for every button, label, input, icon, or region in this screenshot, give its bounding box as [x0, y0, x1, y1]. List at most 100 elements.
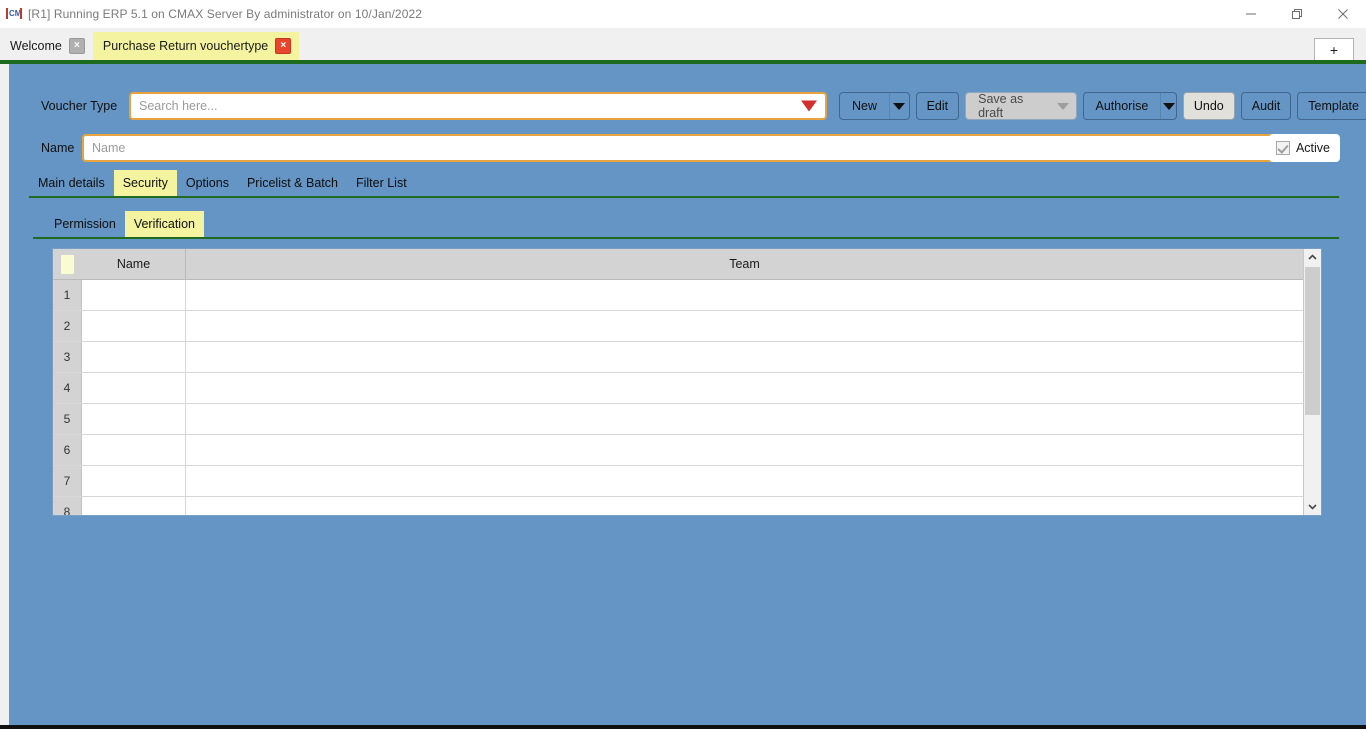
audit-button[interactable]: Audit — [1240, 92, 1292, 120]
template-button[interactable]: Template — [1297, 92, 1366, 120]
row-cell-name[interactable] — [82, 435, 186, 465]
tab-welcome-close-icon[interactable]: × — [68, 38, 85, 54]
window-controls — [1228, 0, 1366, 28]
table-row[interactable]: 2 — [53, 311, 1303, 342]
window-titlebar: CM [R1] Running ERP 5.1 on CMAX Server B… — [0, 0, 1366, 28]
row-cell-name[interactable] — [82, 342, 186, 372]
row-cell-name[interactable] — [82, 311, 186, 341]
close-icon[interactable] — [1320, 0, 1366, 28]
subtab-permission[interactable]: Permission — [45, 211, 125, 237]
window-bottom-edge — [0, 725, 1366, 729]
grid-header-selector-cell[interactable] — [53, 249, 82, 279]
voucher-type-placeholder: Search here... — [139, 99, 218, 113]
new-button-label: New — [852, 99, 878, 113]
row-cell-team[interactable] — [186, 373, 1303, 403]
table-row[interactable]: 6 — [53, 435, 1303, 466]
table-row[interactable]: 5 — [53, 404, 1303, 435]
save-as-draft-split-button: Save as draft — [965, 92, 1077, 120]
table-row[interactable]: 3 — [53, 342, 1303, 373]
tab-filter-list[interactable]: Filter List — [347, 170, 416, 196]
row-cell-team[interactable] — [186, 342, 1303, 372]
undo-button[interactable]: Undo — [1182, 92, 1235, 120]
voucher-type-label: Voucher Type — [41, 99, 118, 113]
name-label: Name — [41, 141, 75, 155]
name-input[interactable]: Name — [82, 134, 1281, 162]
authorise-dropdown-button[interactable] — [1160, 93, 1176, 119]
row-index[interactable]: 3 — [53, 342, 82, 372]
row-index[interactable]: 2 — [53, 311, 82, 341]
row-marker-icon — [60, 254, 74, 274]
name-row: Name Name Active — [29, 134, 1348, 164]
tab-purchase-return-vouchertype-label: Purchase Return vouchertype — [102, 39, 269, 53]
row-cell-team[interactable] — [186, 497, 1303, 515]
row-index[interactable]: 6 — [53, 435, 82, 465]
chevron-down-icon — [1057, 102, 1070, 110]
grid-header-team[interactable]: Team — [186, 249, 1303, 279]
edit-button[interactable]: Edit — [915, 92, 960, 120]
active-checkbox[interactable] — [1275, 141, 1290, 155]
sub-tabs: Permission Verification — [45, 211, 204, 237]
row-index[interactable]: 5 — [53, 404, 82, 434]
main-tabs: Main details Security Options Pricelist … — [29, 170, 1348, 196]
row-cell-name[interactable] — [82, 497, 186, 515]
subtab-verification[interactable]: Verification — [124, 211, 204, 237]
tab-pricelist-batch[interactable]: Pricelist & Batch — [238, 170, 347, 196]
new-split-button[interactable]: New — [839, 92, 910, 120]
main-tabs-divider — [29, 196, 1339, 198]
tab-purchase-return-vouchertype[interactable]: Purchase Return vouchertype × — [92, 32, 300, 60]
tab-options[interactable]: Options — [177, 170, 238, 196]
scrollbar-thumb[interactable] — [1305, 267, 1320, 415]
table-row[interactable]: 7 — [53, 466, 1303, 497]
row-cell-name[interactable] — [82, 404, 186, 434]
tab-welcome-label: Welcome — [10, 39, 62, 53]
form-page: Voucher Type Search here... New Edit Sav… — [0, 64, 1366, 725]
chevron-down-icon[interactable] — [1304, 498, 1321, 515]
row-index[interactable]: 7 — [53, 466, 82, 496]
chevron-down-icon — [893, 102, 906, 110]
active-checkbox-group[interactable]: Active — [1268, 134, 1340, 162]
dropdown-triangle-icon[interactable] — [801, 100, 817, 112]
row-cell-team[interactable] — [186, 435, 1303, 465]
grid-vertical-scrollbar[interactable] — [1303, 249, 1321, 515]
row-cell-team[interactable] — [186, 466, 1303, 496]
restore-icon[interactable] — [1274, 0, 1320, 28]
table-row[interactable]: 1 — [53, 280, 1303, 311]
row-cell-team[interactable] — [186, 280, 1303, 310]
cmx-logo-icon: CM — [6, 6, 22, 22]
row-index[interactable]: 8 — [53, 497, 82, 515]
row-cell-team[interactable] — [186, 311, 1303, 341]
chevron-down-icon — [1162, 102, 1175, 110]
row-index[interactable]: 4 — [53, 373, 82, 403]
verification-grid-header: Name Team — [53, 249, 1303, 280]
tab-security[interactable]: Security — [113, 170, 177, 196]
action-toolbar: New Edit Save as draft Authorise Undo Au — [839, 92, 1366, 120]
row-cell-name[interactable] — [82, 466, 186, 496]
authorise-button-label: Authorise — [1095, 99, 1149, 113]
active-label: Active — [1295, 141, 1330, 155]
tab-welcome[interactable]: Welcome × — [0, 32, 93, 60]
table-row[interactable]: 4 — [53, 373, 1303, 404]
table-row[interactable]: 8 — [53, 497, 1303, 515]
chevron-up-icon[interactable] — [1304, 249, 1321, 266]
sub-tabs-divider — [33, 237, 1339, 239]
save-as-draft-dropdown-button — [1051, 93, 1076, 119]
verification-grid: Name Team 1 2 3 4 5 6 7 8 — [52, 248, 1322, 516]
minimize-icon[interactable] — [1228, 0, 1274, 28]
row-cell-name[interactable] — [82, 373, 186, 403]
grid-header-name[interactable]: Name — [82, 249, 186, 279]
voucher-type-search-input[interactable]: Search here... — [129, 92, 827, 120]
tab-purchase-return-vouchertype-close-icon[interactable]: × — [275, 38, 292, 54]
voucher-type-row: Voucher Type Search here... New Edit Sav… — [41, 92, 1366, 122]
save-as-draft-label: Save as draft — [978, 92, 1024, 120]
new-dropdown-button[interactable] — [889, 93, 909, 119]
verification-grid-body: Name Team 1 2 3 4 5 6 7 8 — [53, 249, 1303, 515]
document-tabstrip: Welcome × Purchase Return vouchertype × — [0, 28, 1366, 60]
row-index[interactable]: 1 — [53, 280, 82, 310]
window-title: [R1] Running ERP 5.1 on CMAX Server By a… — [28, 7, 423, 21]
new-tab-button[interactable]: + — [1314, 38, 1354, 62]
row-cell-team[interactable] — [186, 404, 1303, 434]
tab-main-details[interactable]: Main details — [29, 170, 114, 196]
row-cell-name[interactable] — [82, 280, 186, 310]
name-placeholder: Name — [92, 141, 126, 155]
authorise-split-button[interactable]: Authorise — [1082, 92, 1177, 120]
